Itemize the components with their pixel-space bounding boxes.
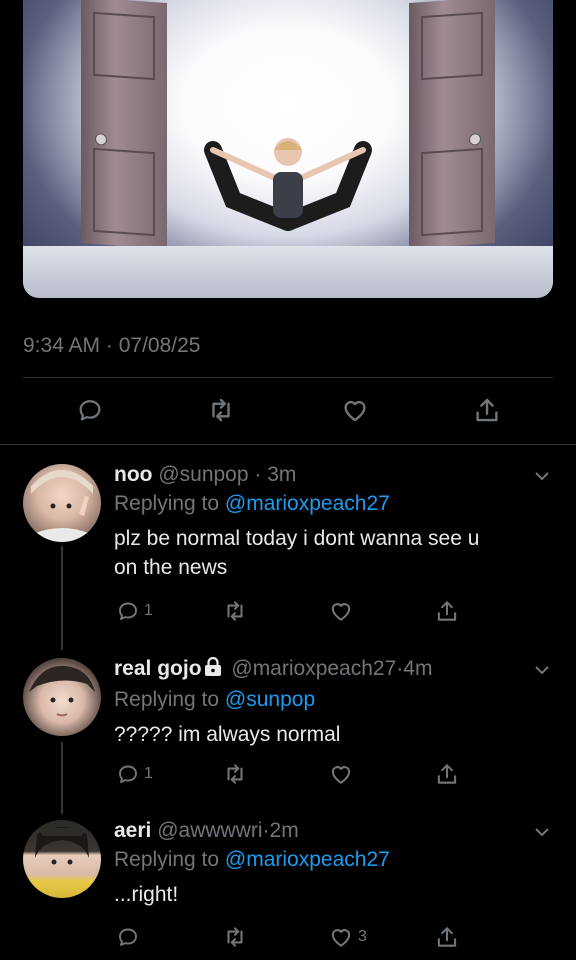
replying-to: Replying to @sunpop [114,686,556,714]
more-options-button[interactable] [532,466,552,486]
reply-meta: noo @sunpop · 3m [114,463,297,486]
like-button[interactable] [328,596,358,626]
reply-text: ...right! [114,880,556,909]
avatar[interactable] [23,820,101,898]
avatar[interactable] [23,658,101,736]
mention-link[interactable]: @sunpop [225,688,315,711]
share-button[interactable] [434,922,460,952]
reply-time: 2m [269,819,299,842]
retweet-button[interactable] [222,922,248,952]
retweet-button[interactable] [222,596,248,626]
display-name[interactable]: noo [114,463,152,486]
mention-link[interactable]: @marioxpeach27 [225,848,390,871]
like-icon [331,603,351,621]
like-icon [344,401,366,422]
reply-time: 4m [403,657,433,680]
avatar[interactable] [23,464,101,542]
retweet-button[interactable] [203,388,239,432]
share-icon [437,927,457,947]
handle[interactable]: @awwwwri [157,819,262,842]
display-name[interactable]: aeri [114,819,151,842]
share-icon [476,398,498,422]
reply-item[interactable]: noo @sunpop · 3m Replying to @marioxpeac… [0,444,576,650]
like-icon [331,929,351,947]
reply-button[interactable]: 1 [116,596,153,626]
share-icon [437,601,457,621]
more-options-button[interactable] [532,660,552,680]
reply-meta: aeri @awwwwri·2m [114,819,299,842]
reply-count: 1 [144,602,153,619]
replying-to: Replying to @marioxpeach27 [114,490,556,518]
reply-item[interactable]: real gojo @marioxpeach27·4m Replying to … [0,644,576,814]
reply-item[interactable]: aeri @awwwwri·2m Replying to @marioxpeac… [0,814,576,960]
tweet-timestamp: 9:34 AM · 07/08/25 [23,334,201,357]
retweet-icon [227,927,243,947]
reply-text-line: ...right! [114,883,179,906]
reply-text-line: on the news [114,556,228,579]
divider [23,377,553,378]
retweet-button[interactable] [222,759,248,789]
like-button[interactable]: 3 [328,922,367,952]
thread-line [61,742,63,814]
tweet-image[interactable] [23,0,553,298]
person-figure [204,138,372,231]
handle[interactable]: @marioxpeach27 [231,657,396,680]
share-icon [437,764,457,784]
reply-icon [119,602,137,620]
lock-icon [204,656,222,684]
reply-count: 1 [144,765,153,782]
share-button[interactable] [434,759,460,789]
replying-prefix: Replying to [114,848,220,871]
reply-button[interactable]: 1 [116,759,153,789]
reply-text-line: ????? im always normal [114,723,341,746]
retweet-icon [212,398,230,422]
reply-text-line: plz be normal today i dont wanna see u [114,527,480,550]
reply-button[interactable] [72,388,108,432]
replying-to: Replying to @marioxpeach27 [114,846,556,874]
replying-prefix: Replying to [114,492,220,515]
like-icon [331,766,351,784]
more-options-button[interactable] [532,822,552,842]
reply-icon [79,400,101,421]
reply-button[interactable] [116,922,144,952]
like-button[interactable] [337,388,373,432]
door-right [409,0,495,250]
thread-line [61,546,63,650]
retweet-icon [227,764,243,784]
reply-icon [119,765,137,783]
like-count: 3 [358,928,367,945]
display-name[interactable]: real gojo [114,657,202,680]
tweet-action-bar [0,388,576,432]
reply-time: 3m [267,463,297,486]
retweet-icon [227,601,243,621]
reply-icon [119,928,137,946]
door-left [81,0,167,250]
replying-prefix: Replying to [114,688,220,711]
floor [23,246,553,298]
reply-text: plz be normal today i dont wanna see u o… [114,524,556,582]
mention-link[interactable]: @marioxpeach27 [225,492,390,515]
chevron-down-icon [535,666,549,675]
handle[interactable]: @sunpop [158,463,248,486]
share-button[interactable] [469,388,505,432]
chevron-down-icon [535,472,549,481]
reply-text: ????? im always normal [114,720,556,749]
reply-meta: real gojo @marioxpeach27·4m [114,656,556,684]
like-button[interactable] [328,759,358,789]
share-button[interactable] [434,596,460,626]
chevron-down-icon [535,828,549,837]
